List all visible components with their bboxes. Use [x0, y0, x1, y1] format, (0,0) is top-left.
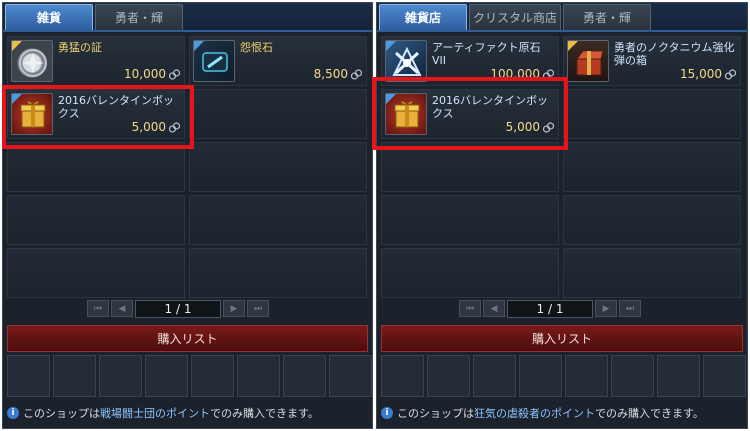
buy-slot[interactable]	[473, 355, 516, 397]
last-page-button[interactable]: ⏭	[619, 300, 641, 317]
notice-prefix: このショップは	[397, 407, 474, 420]
empty-slot	[189, 89, 367, 139]
buy-slot[interactable]	[99, 355, 142, 397]
info-icon: i	[7, 407, 19, 419]
currency-coin-icon	[724, 69, 737, 80]
info-icon: i	[381, 407, 393, 419]
tab-goods[interactable]: 雑貨	[5, 4, 93, 30]
first-page-button[interactable]: ⏮	[459, 300, 481, 317]
shop-panel-left: 雑貨 勇者・輝 勇猛の証 10,000 怨恨石 8,500 2016バレンタイン…	[2, 2, 373, 429]
shop-panel-right: 雑貨店 クリスタル商店 勇者・輝 アーティファクト原石VII 100,000 勇…	[372, 2, 748, 429]
buy-list-header: 購入リスト	[7, 325, 368, 352]
pagination: ⏮ ◀ 1 / 1 ▶ ⏭	[459, 299, 641, 318]
buy-slot[interactable]	[381, 355, 424, 397]
gift-box-icon	[385, 93, 427, 135]
notice-highlight: 狂気の虐殺者のポイント	[474, 407, 595, 420]
item-price: 5,000	[505, 120, 540, 134]
currency-coin-icon	[168, 122, 181, 133]
shop-item[interactable]: 2016バレンタインボックス 5,000	[7, 89, 185, 139]
empty-slot	[563, 248, 741, 298]
notice-highlight: 戦場闘士団のポイント	[100, 407, 210, 420]
next-page-button[interactable]: ▶	[223, 300, 245, 317]
artifact-crystal-icon	[385, 40, 427, 82]
next-page-button[interactable]: ▶	[595, 300, 617, 317]
tab-bar: 雑貨店 クリスタル商店 勇者・輝	[377, 3, 747, 32]
empty-slot	[563, 195, 741, 245]
empty-slot	[7, 142, 185, 192]
item-price: 8,500	[313, 67, 348, 81]
currency-coin-icon	[350, 69, 363, 80]
prev-page-button[interactable]: ◀	[483, 300, 505, 317]
notice-suffix: でのみ購入できます。	[595, 407, 704, 420]
crystal-stone-icon	[193, 40, 235, 82]
buy-list-slots	[7, 355, 372, 397]
empty-slot	[563, 89, 741, 139]
buy-slot[interactable]	[519, 355, 562, 397]
item-name: 2016バレンタインボックス	[432, 94, 548, 120]
item-name: 怨恨石	[240, 41, 273, 54]
item-name: 勇者のノクタニウム強化弾の箱	[614, 41, 735, 67]
item-price: 15,000	[680, 67, 722, 81]
empty-slot	[7, 195, 185, 245]
empty-slot	[189, 248, 367, 298]
buy-slot[interactable]	[53, 355, 96, 397]
tab-bar: 雑貨 勇者・輝	[3, 3, 372, 32]
buy-slot[interactable]	[703, 355, 746, 397]
item-grid: 勇猛の証 10,000 怨恨石 8,500 2016バレンタインボックス 5,0…	[7, 36, 367, 298]
buy-list-slots	[381, 355, 746, 397]
gift-box-icon	[11, 93, 53, 135]
empty-slot	[189, 195, 367, 245]
shop-item[interactable]: 勇猛の証 10,000	[7, 36, 185, 86]
red-box-icon	[567, 40, 609, 82]
buy-slot[interactable]	[145, 355, 188, 397]
tab-hero-shine[interactable]: 勇者・輝	[95, 4, 183, 30]
pagination: ⏮ ◀ 1 / 1 ▶ ⏭	[87, 299, 269, 318]
page-indicator: 1 / 1	[135, 299, 221, 318]
shop-item[interactable]: アーティファクト原石VII 100,000	[381, 36, 559, 86]
shop-item[interactable]: 2016バレンタインボックス 5,000	[381, 89, 559, 139]
last-page-button[interactable]: ⏭	[247, 300, 269, 317]
buy-slot[interactable]	[283, 355, 326, 397]
tab-crystal-shop[interactable]: クリスタル商店	[469, 4, 561, 30]
first-page-button[interactable]: ⏮	[87, 300, 109, 317]
buy-slot[interactable]	[657, 355, 700, 397]
tab-general-store[interactable]: 雑貨店	[379, 4, 467, 30]
item-name: 2016バレンタインボックス	[58, 94, 174, 120]
buy-slot[interactable]	[611, 355, 654, 397]
shop-notice: i このショップは 狂気の虐殺者のポイント でのみ購入できます。	[381, 402, 743, 424]
empty-slot	[381, 248, 559, 298]
empty-slot	[189, 142, 367, 192]
buy-slot[interactable]	[329, 355, 372, 397]
shop-item[interactable]: 勇者のノクタニウム強化弾の箱 15,000	[563, 36, 741, 86]
item-name: アーティファクト原石VII	[432, 41, 541, 67]
empty-slot	[7, 248, 185, 298]
buy-slot[interactable]	[7, 355, 50, 397]
page-indicator: 1 / 1	[507, 299, 593, 318]
buy-slot[interactable]	[565, 355, 608, 397]
item-price: 5,000	[131, 120, 166, 134]
shop-item[interactable]: 怨恨石 8,500	[189, 36, 367, 86]
empty-slot	[381, 195, 559, 245]
tab-hero-shine[interactable]: 勇者・輝	[563, 4, 651, 30]
buy-slot[interactable]	[191, 355, 234, 397]
item-price: 10,000	[124, 67, 166, 81]
item-grid: アーティファクト原石VII 100,000 勇者のノクタニウム強化弾の箱 15,…	[381, 36, 741, 298]
buy-slot[interactable]	[237, 355, 280, 397]
buy-slot[interactable]	[427, 355, 470, 397]
currency-coin-icon	[542, 69, 555, 80]
empty-slot	[381, 142, 559, 192]
shop-notice: i このショップは 戦場闘士団のポイント でのみ購入できます。	[7, 402, 368, 424]
currency-coin-icon	[542, 122, 555, 133]
item-price: 100,000	[490, 67, 540, 81]
silver-emblem-icon	[11, 40, 53, 82]
item-name: 勇猛の証	[58, 41, 102, 54]
buy-list-header: 購入リスト	[381, 325, 743, 352]
notice-suffix: でのみ購入できます。	[210, 407, 319, 420]
notice-prefix: このショップは	[23, 407, 100, 420]
currency-coin-icon	[168, 69, 181, 80]
empty-slot	[563, 142, 741, 192]
prev-page-button[interactable]: ◀	[111, 300, 133, 317]
